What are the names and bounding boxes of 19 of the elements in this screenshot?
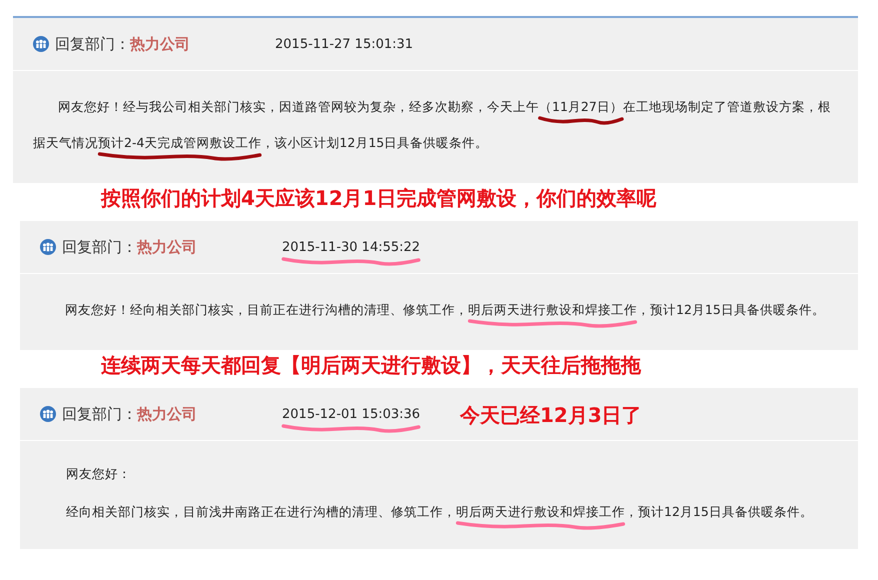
reply-text: 网友您好：: [66, 465, 132, 483]
annotation-text: 按照你们的计划4天应该12月1日完成管网敷设，你们的效率呢: [101, 186, 657, 210]
people-icon: [33, 36, 49, 52]
department-name: 热力公司: [137, 404, 197, 424]
reply-time: 2015-11-27 15:01:31: [275, 36, 414, 52]
reply-time: 2015-11-30 14:55:22: [282, 240, 420, 254]
department-name: 热力公司: [137, 238, 197, 256]
reply-label: 回复部门：: [62, 404, 137, 424]
reply-text: 网友您好！经向相关部门核实，目前正在进行沟槽的清理、修筑工作，明后两天进行敷设和焊接工作，预计12月15日具备供暖条件。: [64, 301, 826, 319]
people-icon: [40, 406, 56, 422]
annotation-text: 连续两天每天都回复【明后两天进行敷设】，天天往后拖拖拖: [101, 353, 641, 377]
annotation-text: 今天已经12月3日了: [460, 402, 642, 429]
reply-time: 2015-12-01 15:03:36: [282, 406, 420, 422]
department-name: 热力公司: [130, 34, 190, 54]
reply-text: 经向相关部门核实，目前浅井南路正在进行沟槽的清理、修筑工作，明后两天进行敷设和焊接工作，预计12月15日具备供暖条件。: [66, 503, 814, 521]
people-icon: [40, 239, 56, 255]
reply-label: 回复部门：: [62, 238, 137, 256]
reply-label: 回复部门：: [55, 34, 130, 54]
reply-text: 网友您好！经与我公司相关部门核实，因道路管网较为复杂，经多次勘察，今天上午（11月27日）在工地现场制定了管道敷设方案，根据天气情况预计2-4天完成管网敷设工作，该小区计划12月15日具备供暖条件。: [33, 98, 832, 152]
